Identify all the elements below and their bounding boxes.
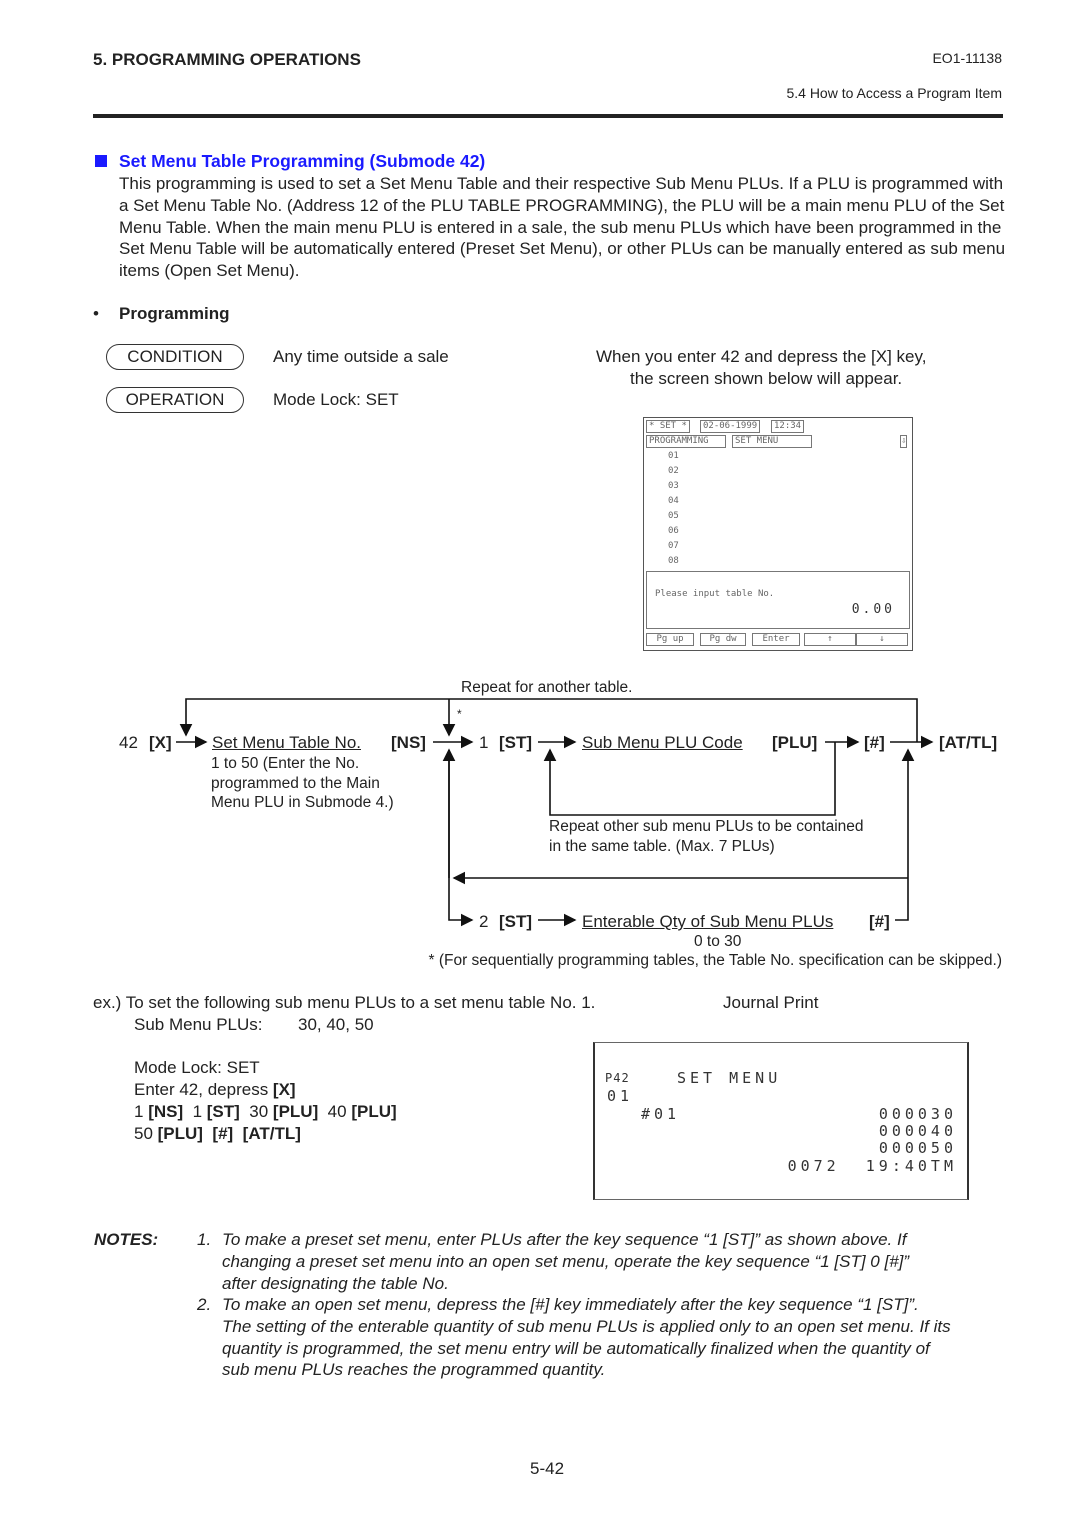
note-2-number: 2. xyxy=(197,1295,212,1314)
key-hash: [#] xyxy=(864,733,885,752)
input-sub-menu-plu-code: Sub Menu PLU Code xyxy=(582,733,743,752)
table-range-note: 1 to 50 (Enter the No. programmed to the… xyxy=(211,754,394,813)
flow-one: 1 xyxy=(479,733,489,752)
note-line: changing a preset set menu into an open … xyxy=(222,1251,910,1271)
note-line: after designating the table No. xyxy=(222,1273,449,1293)
table-range-line: Menu PLU in Submode 4.) xyxy=(211,794,394,811)
example-mode: Mode Lock: SET xyxy=(134,1058,260,1077)
key: [ST] xyxy=(206,1102,240,1121)
table-range-line: 1 to 50 (Enter the No. xyxy=(211,755,360,772)
repeat-plu-line: Repeat other sub menu PLUs to be contain… xyxy=(549,818,864,835)
sub-menu-plus-value: 30, 40, 50 xyxy=(298,1015,374,1034)
note-1: To make a preset set menu, enter PLUs af… xyxy=(222,1229,909,1294)
note-1-number: 1. xyxy=(197,1230,212,1249)
note-line: To make a preset set menu, enter PLUs af… xyxy=(222,1230,907,1249)
key-x: [X] xyxy=(149,733,172,752)
key: [#] xyxy=(212,1124,234,1143)
key-at-tl: [AT/TL] xyxy=(939,733,998,752)
example-seq-1: 1 [NS] 1 [ST] 30 [PLU] 40 [PLU] xyxy=(134,1102,397,1122)
footnote: * (For sequentially programming tables, … xyxy=(428,952,1002,969)
asterisk: * xyxy=(457,707,462,721)
journal-line: 000030 xyxy=(878,1105,957,1123)
document-page: 5. PROGRAMMING OPERATIONS EO1-11138 5.4 … xyxy=(0,0,1080,1525)
journal-code: P42 xyxy=(605,1071,630,1085)
key: [NS] xyxy=(148,1102,184,1121)
repeat-table-note: Repeat for another table. xyxy=(461,679,633,696)
key: [PLU] xyxy=(351,1102,397,1121)
text: 1 xyxy=(183,1102,207,1121)
key-st: [ST] xyxy=(499,733,533,752)
repeat-plu-line: in the same table. (Max. 7 PLUs) xyxy=(549,837,775,855)
key-ns: [NS] xyxy=(391,733,426,752)
journal-table: 01 xyxy=(607,1087,634,1105)
journal-number: #01 xyxy=(641,1105,681,1123)
qty-range: 0 to 30 xyxy=(694,933,742,950)
journal-line: 000050 xyxy=(878,1139,957,1157)
text xyxy=(233,1124,242,1143)
text: Enter 42, depress xyxy=(134,1080,273,1099)
note-line: sub menu PLUs reaches the programmed qua… xyxy=(222,1360,606,1380)
key-plu: [PLU] xyxy=(772,733,818,752)
flow-lines xyxy=(176,698,934,927)
sub-menu-plus-label: Sub Menu PLUs: xyxy=(134,1015,263,1034)
journal-title: SET MENU xyxy=(677,1069,782,1087)
example-enter: Enter 42, depress [X] xyxy=(134,1080,296,1100)
input-set-menu-table-no: Set Menu Table No. xyxy=(212,733,361,752)
text: 1 xyxy=(134,1102,149,1121)
note-2: To make an open set menu, depress the [#… xyxy=(222,1294,951,1381)
journal-line: 000040 xyxy=(878,1122,957,1140)
key-st-2: [ST] xyxy=(499,912,533,931)
journal-print-label: Journal Print xyxy=(723,993,819,1012)
page-number: 5-42 xyxy=(530,1459,565,1478)
journal-footer: 0072 19:40TM xyxy=(787,1157,957,1175)
key-hash-2: [#] xyxy=(869,912,890,931)
repeat-plu-note: Repeat other sub menu PLUs to be contain… xyxy=(549,817,864,856)
journal-receipt: P42 SET MENU 01 #01 000030 000040 000050… xyxy=(593,1042,969,1200)
example-seq-2: 50 [PLU] [#] [AT/TL] xyxy=(134,1124,301,1144)
text: 30 xyxy=(239,1102,273,1121)
key: [PLU] xyxy=(157,1124,203,1143)
example-intro: ex.) To set the following sub menu PLUs … xyxy=(93,993,596,1012)
input-enterable-qty: Enterable Qty of Sub Menu PLUs xyxy=(582,912,834,931)
text: 50 xyxy=(134,1124,158,1143)
text: 40 xyxy=(318,1102,352,1121)
text xyxy=(203,1124,212,1143)
table-range-line: programmed to the Main xyxy=(211,774,380,792)
note-line: The setting of the enterable quantity of… xyxy=(222,1316,951,1336)
notes-label: NOTES: xyxy=(94,1230,159,1249)
key: [AT/TL] xyxy=(242,1124,301,1143)
note-line: To make an open set menu, depress the [#… xyxy=(222,1295,919,1314)
note-line: quantity is programmed, the set menu ent… xyxy=(222,1338,930,1358)
flow-two: 2 xyxy=(479,912,489,931)
key: [PLU] xyxy=(272,1102,319,1121)
flow-start-42: 42 xyxy=(119,733,138,752)
key: [X] xyxy=(272,1080,296,1099)
